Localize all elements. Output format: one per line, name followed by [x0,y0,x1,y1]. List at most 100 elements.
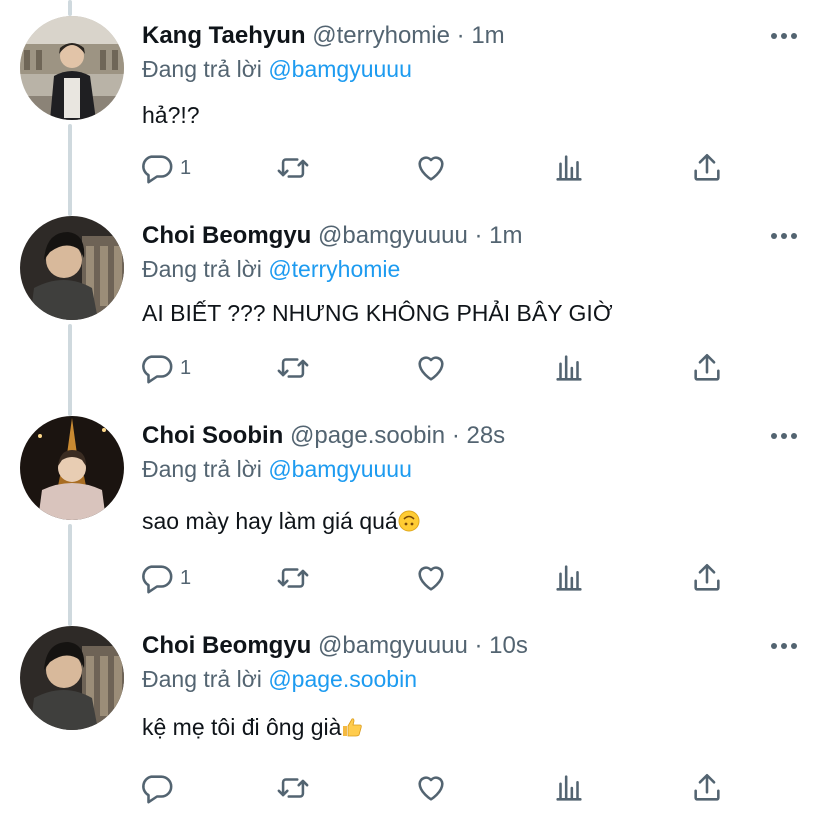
retweet-button[interactable] [276,770,310,806]
tweet[interactable]: Kang Taehyun @terryhomie · 1m Đang trả l… [0,0,828,200]
avatar-photo [20,16,124,120]
reply-prefix: Đang trả lời [142,456,262,482]
separator-dot: · [456,22,465,49]
share-icon [694,773,720,801]
reply-icon [142,565,173,594]
like-icon [418,156,444,181]
avatar[interactable] [20,16,124,120]
tweet[interactable]: Choi Soobin @page.soobin · 28s Đang trả … [0,400,828,610]
retweet-button[interactable] [276,350,310,386]
tweet-actions: 1 [140,560,740,596]
reply-mention[interactable]: @terryhomie [268,256,400,282]
avatar-photo [20,216,124,320]
tweet-header: Kang Taehyun @terryhomie · 1m [142,22,505,50]
like-button[interactable] [414,350,448,386]
reply-button[interactable] [140,770,180,806]
share-button[interactable] [690,350,724,386]
reply-count: 1 [180,356,192,379]
separator-dot: · [451,422,460,449]
analytics-icon [556,155,582,181]
like-icon [418,356,444,381]
share-icon [694,563,720,591]
like-icon [418,566,444,591]
user-handle[interactable]: @bamgyuuuu [318,632,468,659]
tweet-header: Choi Soobin @page.soobin · 28s [142,422,505,450]
user-handle[interactable]: @bamgyuuuu [318,222,468,249]
share-icon [694,153,720,181]
reply-context: Đang trả lời @terryhomie [142,256,400,283]
retweet-icon [277,778,309,798]
reply-context: Đang trả lời @bamgyuuuu [142,56,412,83]
user-handle[interactable]: @terryhomie [312,22,450,49]
reply-mention[interactable]: @bamgyuuuu [268,56,412,82]
tweet-header: Choi Beomgyu @bamgyuuuu · 10s [142,632,528,660]
more-options-icon[interactable] [770,226,798,246]
avatar[interactable] [20,416,124,520]
retweet-button[interactable] [276,150,310,186]
tweet-actions [140,770,740,806]
separator-dot: · [474,222,483,249]
avatar[interactable] [20,216,124,320]
share-button[interactable] [690,770,724,806]
more-options-icon[interactable] [770,26,798,46]
reply-context: Đang trả lời @bamgyuuuu [142,456,412,483]
timestamp[interactable]: 1m [489,222,522,249]
timestamp[interactable]: 1m [471,22,504,49]
retweet-button[interactable] [276,560,310,596]
analytics-button[interactable] [552,350,586,386]
analytics-button[interactable] [552,770,586,806]
tweet-text: sao mày hay làm giá quá [142,508,398,534]
reply-button[interactable]: 1 [140,150,191,186]
share-button[interactable] [690,150,724,186]
upside-down-face-icon [398,510,420,532]
tweet[interactable]: Choi Beomgyu @bamgyuuuu · 1m Đang trả lờ… [0,200,828,400]
timestamp[interactable]: 10s [489,632,528,659]
tweet-actions: 1 [140,350,740,386]
analytics-button[interactable] [552,560,586,596]
thumbs-up-icon [343,718,363,737]
reply-button[interactable]: 1 [140,560,191,596]
reply-icon [142,155,173,184]
display-name[interactable]: Kang Taehyun [142,22,306,49]
avatar[interactable] [20,626,124,730]
reply-mention[interactable]: @page.soobin [268,666,417,692]
reply-mention[interactable]: @bamgyuuuu [268,456,412,482]
more-options-icon[interactable] [770,426,798,446]
reply-icon [142,775,173,804]
reply-prefix: Đang trả lời [142,666,262,692]
display-name[interactable]: Choi Beomgyu [142,632,311,659]
like-icon [418,776,444,801]
timestamp[interactable]: 28s [466,422,505,449]
tweet[interactable]: Choi Beomgyu @bamgyuuuu · 10s Đang trả l… [0,610,828,817]
tweet-header: Choi Beomgyu @bamgyuuuu · 1m [142,222,523,250]
avatar-photo [20,626,124,730]
reply-button[interactable]: 1 [140,350,191,386]
retweet-icon [277,568,309,588]
display-name[interactable]: Choi Soobin [142,422,283,449]
share-icon [694,353,720,381]
reply-icon [142,355,173,384]
analytics-icon [556,355,582,381]
like-button[interactable] [414,150,448,186]
tweet-text: AI BIẾT ??? NHƯNG KHÔNG PHẢI BÂY GIỜ [142,300,613,326]
tweet-actions: 1 [140,150,740,186]
share-button[interactable] [690,560,724,596]
more-options-icon[interactable] [770,636,798,656]
reply-prefix: Đang trả lời [142,56,262,82]
like-button[interactable] [414,770,448,806]
analytics-icon [556,775,582,801]
display-name[interactable]: Choi Beomgyu [142,222,311,249]
tweet-text: hả?!? [142,102,200,128]
analytics-button[interactable] [552,150,586,186]
tweet-text: kệ mẹ tôi đi ông già [142,714,342,740]
reply-prefix: Đang trả lời [142,256,262,282]
retweet-icon [277,358,309,378]
user-handle[interactable]: @page.soobin [290,422,445,449]
reply-count: 1 [180,566,192,589]
tweet-text-container: kệ mẹ tôi đi ông già [142,714,363,741]
tweet-text-container: sao mày hay làm giá quá [142,508,420,535]
like-button[interactable] [414,560,448,596]
separator-dot: · [474,632,483,659]
reply-count: 1 [180,156,192,179]
retweet-icon [277,158,309,178]
